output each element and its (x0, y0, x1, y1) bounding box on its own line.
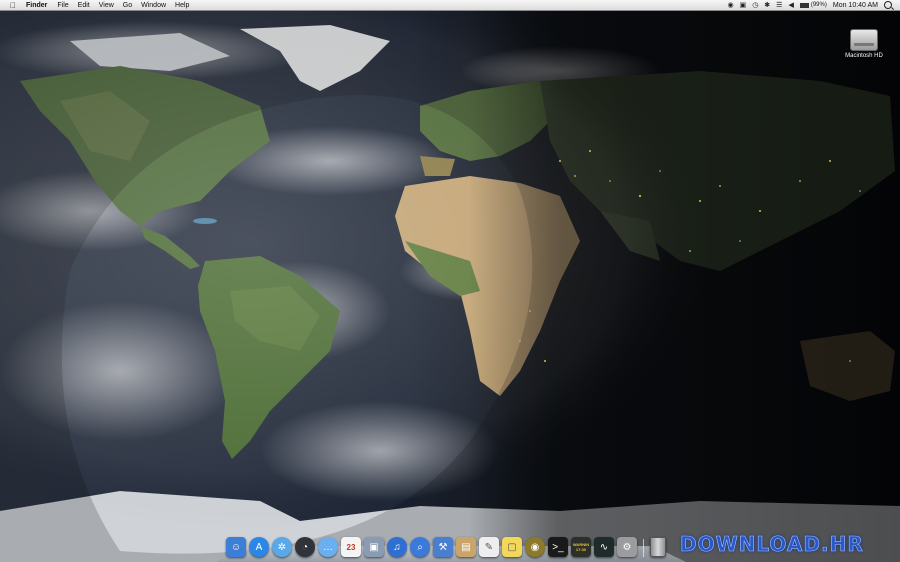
hard-disk-icon (850, 29, 878, 51)
ichat-icon[interactable]: … (318, 537, 338, 557)
app-store-icon[interactable]: A (249, 537, 269, 557)
ical-icon[interactable]: 23 (341, 537, 361, 557)
apple-icon[interactable]:  (8, 0, 18, 11)
stickies-icon[interactable]: ▢ (502, 537, 522, 557)
volume-icon[interactable]: ◀ (788, 0, 793, 11)
menu-help[interactable]: Help (175, 0, 189, 11)
battery-percent: (99%) (810, 1, 827, 8)
menu-view[interactable]: View (99, 0, 114, 11)
status-area: ◉ ▣ ◷ ✱ ☰ ◀ (99%) Mon 10:40 AM (727, 0, 900, 11)
menu-go[interactable]: Go (123, 0, 132, 11)
dock-separator (643, 539, 644, 557)
spotlight-search-icon[interactable]: ⌕ (410, 537, 430, 557)
desktop-icon-label: Macintosh HD (845, 53, 883, 59)
dashboard-icon[interactable]: ◔ (295, 537, 315, 557)
spotlight-icon[interactable] (884, 1, 892, 9)
aperture-icon[interactable]: ◉ (525, 537, 545, 557)
itunes-icon[interactable]: ♫ (387, 537, 407, 557)
menu-bar:  Finder File Edit View Go Window Help ◉… (0, 0, 900, 11)
terminal-icon[interactable]: >_ (548, 537, 568, 557)
menu-file[interactable]: File (57, 0, 68, 11)
record-icon[interactable]: ◉ (727, 0, 733, 11)
dock-item-label: 23 (346, 542, 356, 552)
console-log-icon[interactable]: WARNIN 17:30 (571, 537, 591, 557)
textedit-icon[interactable]: ✎ (479, 537, 499, 557)
desktop-wallpaper: Macintosh HD (0, 11, 900, 562)
battery-icon (799, 2, 809, 8)
system-preferences-icon[interactable]: ⚙ (617, 537, 637, 557)
preview-icon[interactable]: ▤ (456, 537, 476, 557)
lock-icon[interactable]: ▣ (740, 0, 747, 11)
menu-clock[interactable]: Mon 10:40 AM (833, 0, 878, 11)
iphoto-icon[interactable]: ▣ (364, 537, 384, 557)
world-map-wallpaper (0, 11, 900, 562)
safari-compass-icon[interactable]: ✲ (272, 537, 292, 557)
watermark-logo: DOWNLOAD.HR (680, 532, 864, 557)
menu-finder[interactable]: Finder (26, 0, 47, 11)
dock-item-label: WARNIN 17:30 (572, 542, 590, 552)
menu-window[interactable]: Window (141, 0, 166, 11)
activity-monitor-icon[interactable]: ∿ (594, 537, 614, 557)
dock: ☺ A ✲ ◔… 23 ▣ ♫ ⌕ ⚒ ▤ ✎ ▢ ◉ >_ WARNIN 17:30 ∿ ⚙ (226, 533, 666, 557)
macintosh-hd-desktop-icon[interactable]: Macintosh HD (838, 29, 890, 59)
finder-icon[interactable]: ☺ (226, 537, 246, 557)
trash-icon[interactable] (650, 537, 666, 557)
bluetooth-icon[interactable]: ✱ (764, 0, 770, 11)
battery-indicator[interactable]: (99%) (799, 0, 827, 11)
wifi-icon[interactable]: ☰ (776, 0, 782, 11)
clock-icon[interactable]: ◷ (752, 0, 758, 11)
xcode-icon[interactable]: ⚒ (433, 537, 453, 557)
menu-edit[interactable]: Edit (78, 0, 90, 11)
